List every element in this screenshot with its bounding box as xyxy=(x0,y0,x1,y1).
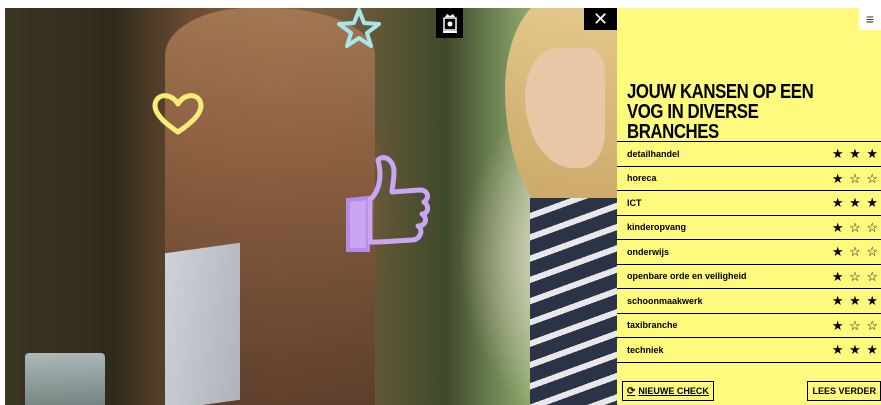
read-more-label: LEES VERDER xyxy=(812,386,876,396)
sector-list: detailhandel ★ ★ ★ horeca ★ ☆ ☆ ICT ★ ★ … xyxy=(617,141,881,363)
rating-stars: ★ ★ ★ xyxy=(831,195,879,211)
sector-row: taxibranche ★ ☆ ☆ xyxy=(617,314,881,338)
new-check-button[interactable]: ⟳ NIEUWE CHECK xyxy=(622,381,714,401)
close-button[interactable]: ✕ xyxy=(584,8,617,30)
sector-row: schoonmaakwerk ★ ★ ★ xyxy=(617,289,881,314)
sector-label: schoonmaakwerk xyxy=(627,295,703,306)
sector-label: ICT xyxy=(627,197,642,208)
water-glass xyxy=(25,353,105,405)
new-check-label: NIEUWE CHECK xyxy=(638,386,709,396)
crest-icon xyxy=(442,14,457,33)
sector-label: taxibranche xyxy=(627,320,678,331)
rating-stars: ★ ★ ★ xyxy=(831,342,879,358)
panel-title: JOUW KANSEN OP EEN VOG IN DIVERSE BRANCH… xyxy=(627,81,814,143)
results-panel: ≡ JOUW KANSEN OP EEN VOG IN DIVERSE BRAN… xyxy=(617,8,881,405)
laptop xyxy=(165,242,240,405)
government-emblem xyxy=(436,8,463,38)
rating-stars: ★ ☆ ☆ xyxy=(831,170,879,186)
thumbs-up-doodle xyxy=(338,150,434,254)
rating-stars: ★ ☆ ☆ xyxy=(831,317,879,333)
rating-stars: ★ ☆ ☆ xyxy=(831,244,879,260)
sector-label: techniek xyxy=(627,344,664,355)
rating-stars: ★ ☆ ☆ xyxy=(831,268,879,284)
heart-doodle xyxy=(150,90,206,136)
read-more-button[interactable]: LEES VERDER xyxy=(807,381,881,401)
hamburger-icon: ≡ xyxy=(865,11,875,27)
woman-shirt xyxy=(530,198,617,405)
star-doodle xyxy=(336,8,382,48)
sector-row: techniek ★ ★ ★ xyxy=(617,338,881,363)
sector-row: onderwijs ★ ☆ ☆ xyxy=(617,240,881,265)
sector-label: horeca xyxy=(627,173,657,184)
rating-stars: ★ ★ ★ xyxy=(831,146,879,162)
sector-label: openbare orde en veiligheid xyxy=(627,271,747,282)
sector-row: openbare orde en veiligheid ★ ☆ ☆ xyxy=(617,265,881,289)
menu-button[interactable]: ≡ xyxy=(859,8,881,30)
sector-label: detailhandel xyxy=(627,148,680,159)
sector-row: detailhandel ★ ★ ★ xyxy=(617,142,881,167)
rating-stars: ★ ★ ★ xyxy=(831,293,879,309)
close-icon: ✕ xyxy=(592,9,609,29)
sector-label: onderwijs xyxy=(627,246,670,257)
rating-stars: ★ ☆ ☆ xyxy=(831,219,879,235)
sector-row: kinderopvang ★ ☆ ☆ xyxy=(617,216,881,240)
sector-row: horeca ★ ☆ ☆ xyxy=(617,167,881,191)
sector-label: kinderopvang xyxy=(627,222,687,233)
hero-photo xyxy=(5,8,617,405)
sector-row: ICT ★ ★ ★ xyxy=(617,191,881,216)
refresh-icon: ⟳ xyxy=(627,385,636,397)
